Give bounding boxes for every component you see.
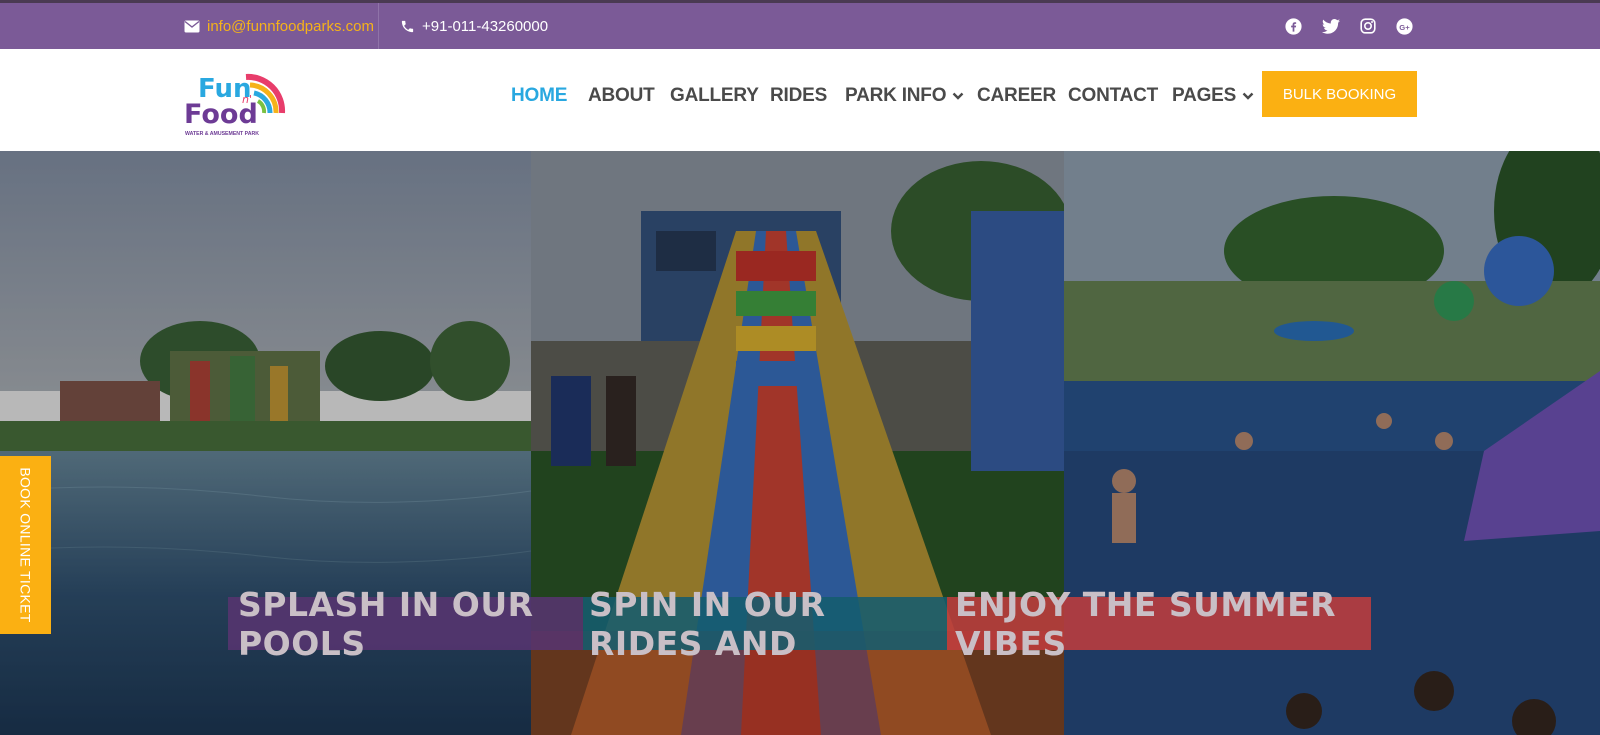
nav-home[interactable]: HOME (511, 85, 567, 107)
tagline-part-1: SPLASH IN OUR POOLS (228, 585, 583, 663)
tagline-text-3: ENJOY THE SUMMER VIBES (955, 584, 1337, 663)
nav-home-label: HOME (511, 85, 568, 106)
bulk-booking-button[interactable]: BULK BOOKING (1262, 71, 1417, 117)
twitter-icon[interactable] (1321, 17, 1340, 36)
nav-park-info[interactable]: PARK INFO (845, 85, 964, 107)
phone-link[interactable]: +91-011-43260000 (400, 3, 548, 49)
book-online-ticket-label: BOOK ONLINE TICKET (17, 467, 34, 623)
nav-pages[interactable]: PAGES (1172, 85, 1254, 107)
social-links: G+ (1284, 3, 1414, 49)
tagline-text-2: SPIN IN OUR RIDES AND (589, 584, 826, 663)
bulk-booking-label: BULK BOOKING (1282, 85, 1397, 103)
site-header: Fun n' Food WATER & AMUSEMENT PARK HOME … (0, 49, 1600, 151)
envelope-icon (184, 20, 200, 32)
phone-icon (401, 20, 414, 32)
instagram-icon[interactable] (1358, 17, 1377, 36)
phone-text[interactable]: +91-011-43260000 (422, 18, 548, 35)
nav-career[interactable]: CAREER (977, 85, 1056, 107)
svg-text:G+: G+ (1399, 22, 1410, 31)
nav-gallery[interactable]: GALLERY (670, 85, 759, 107)
topbar-divider (378, 3, 379, 49)
book-online-ticket-tab[interactable]: BOOK ONLINE TICKET (0, 456, 51, 634)
nav-contact-label: CONTACT (1068, 85, 1159, 106)
nav-rides-label: RIDES (770, 85, 828, 106)
nav-gallery-label: GALLERY (670, 85, 759, 106)
nav-park-info-label: PARK INFO (845, 85, 947, 106)
nav-about-label: ABOUT (588, 85, 655, 106)
nav-career-label: CAREER (977, 85, 1057, 106)
nav-about[interactable]: ABOUT (588, 85, 655, 107)
chevron-down-icon (1242, 92, 1254, 100)
facebook-icon[interactable] (1284, 17, 1303, 36)
email-text[interactable]: info@funnfoodparks.com (207, 18, 374, 35)
tagline-text-1: SPLASH IN OUR POOLS (238, 584, 534, 663)
tagline-part-3: ENJOY THE SUMMER VIBES (947, 585, 1371, 663)
nav-rides[interactable]: RIDES (770, 85, 827, 107)
nav-contact[interactable]: CONTACT (1068, 85, 1158, 107)
nav-pages-label: PAGES (1172, 85, 1237, 106)
chevron-down-icon (952, 92, 964, 100)
top-bar: info@funnfoodparks.com +91-011-43260000 … (0, 0, 1600, 49)
google-plus-icon[interactable]: G+ (1395, 17, 1414, 36)
email-link[interactable]: info@funnfoodparks.com (184, 3, 374, 49)
tagline-part-2: SPIN IN OUR RIDES AND (583, 585, 947, 663)
